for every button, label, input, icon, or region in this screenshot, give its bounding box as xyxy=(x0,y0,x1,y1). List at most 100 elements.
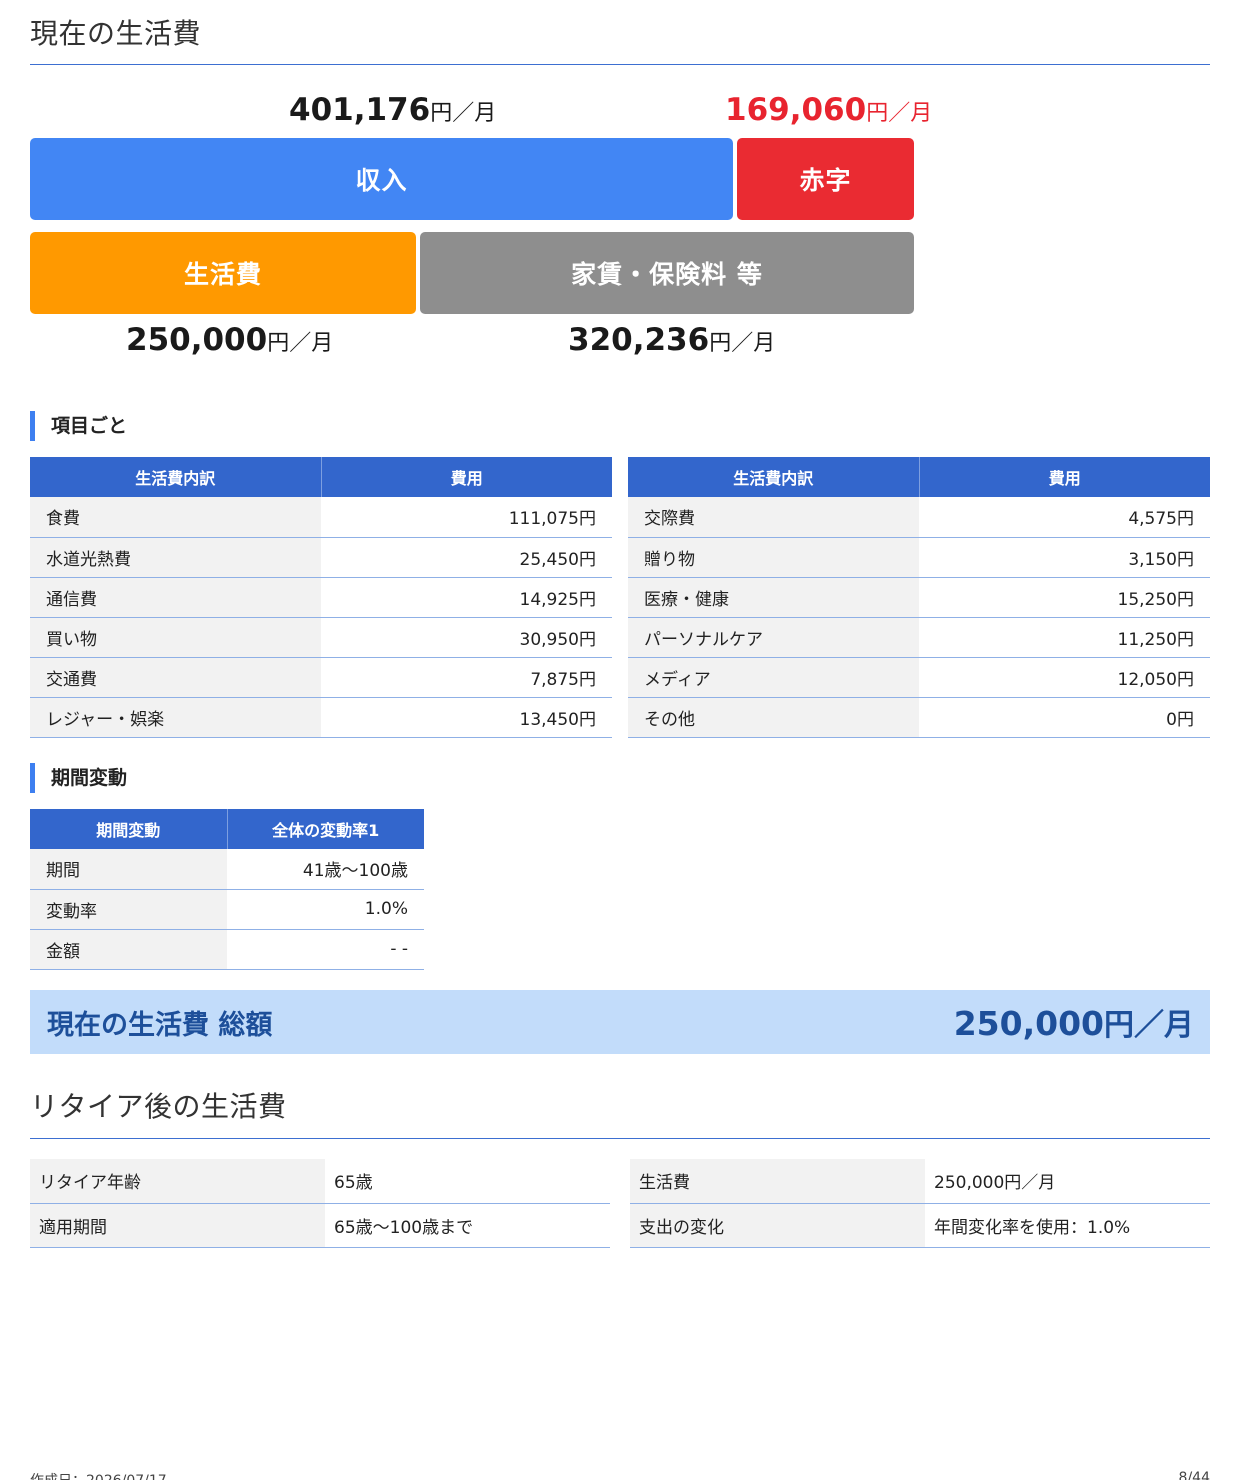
total-label: 現在の生活費 総額 xyxy=(47,1009,273,1041)
row-key: 適用期間 xyxy=(30,1203,325,1248)
living-cost-amount-unit: 円／月 xyxy=(267,331,334,356)
row-value: 年間変化率を使用：1.0% xyxy=(925,1203,1210,1248)
table-row: パーソナルケア 11,250円 xyxy=(628,617,1210,658)
row-cost: 7,875円 xyxy=(321,657,612,698)
row-item: 水道光熱費 xyxy=(30,537,321,578)
row-item: 食費 xyxy=(30,497,321,538)
living-cost-bar-label: 生活費 xyxy=(183,260,262,289)
period-change-table: 期間変動 全体の変動率1 期間 41歳〜100歳 変動率 1.0% 金額 - - xyxy=(30,809,424,970)
row-value: 250,000円／月 xyxy=(925,1159,1210,1204)
living-cost-amount-value: 250,000 xyxy=(126,322,268,358)
row-item: その他 xyxy=(628,697,919,738)
total-value-unit: 円／月 xyxy=(1104,1008,1194,1043)
deficit-bar-label: 赤字 xyxy=(799,166,852,195)
row-cost: 25,450円 xyxy=(321,537,612,578)
row-cost: 4,575円 xyxy=(919,497,1210,538)
table-row: 交通費 7,875円 xyxy=(30,657,612,698)
row-cost: 11,250円 xyxy=(919,617,1210,658)
breakdown-heading: 項目ごと xyxy=(30,411,127,441)
table-row: 適用期間 65歳〜100歳まで xyxy=(30,1203,610,1248)
total-value-number: 250,000 xyxy=(953,1004,1104,1043)
table-row: メディア 12,050円 xyxy=(628,657,1210,698)
section-divider xyxy=(30,1138,1210,1139)
row-cost: 12,050円 xyxy=(919,657,1210,698)
row-item: 医療・健康 xyxy=(628,577,919,618)
row-key: 支出の変化 xyxy=(630,1203,925,1248)
row-cost: 111,075円 xyxy=(321,497,612,538)
row-cost: 30,950円 xyxy=(321,617,612,658)
row-value: 1.0% xyxy=(227,889,424,930)
row-key: リタイア年齢 xyxy=(30,1159,325,1204)
living-cost-bar: 生活費 xyxy=(30,232,416,314)
table-row: リタイア年齢 65歳 xyxy=(30,1159,610,1204)
column-header-period-change: 期間変動 xyxy=(30,809,228,849)
row-item: メディア xyxy=(628,657,919,698)
report-page: 現在の生活費 401,176円／月 169,060円／月 収入 赤字 生活費 家… xyxy=(30,0,1210,1480)
row-item: 贈り物 xyxy=(628,537,919,578)
deficit-bar: 赤字 xyxy=(737,138,914,220)
fixed-cost-amount-value: 320,236 xyxy=(568,322,710,358)
table-row: 医療・健康 15,250円 xyxy=(628,577,1210,618)
deficit-amount-unit: 円／月 xyxy=(866,101,933,126)
row-item: レジャー・娯楽 xyxy=(30,697,321,738)
breakdown-table-left: 生活費内訳 費用 食費 111,075円 水道光熱費 25,450円 通信費 14,9… xyxy=(30,457,612,738)
row-cost: 3,150円 xyxy=(919,537,1210,578)
table-row: 変動率 1.0% xyxy=(30,889,424,930)
column-header-cost: 費用 xyxy=(919,457,1210,497)
income-bar-label: 収入 xyxy=(355,166,408,195)
column-header-item: 生活費内訳 xyxy=(628,457,920,497)
fixed-cost-bar-label: 家賃・保険料 等 xyxy=(571,260,763,289)
row-item: 通信費 xyxy=(30,577,321,618)
table-row: 買い物 30,950円 xyxy=(30,617,612,658)
row-value: - - xyxy=(227,929,424,970)
row-item: 買い物 xyxy=(30,617,321,658)
table-row: 支出の変化 年間変化率を使用：1.0% xyxy=(630,1203,1210,1248)
row-label: 変動率 xyxy=(30,889,227,930)
income-amount: 401,176円／月 xyxy=(289,92,496,128)
row-cost: 0円 xyxy=(919,697,1210,738)
column-header-item: 生活費内訳 xyxy=(30,457,322,497)
table-row: 期間 41歳〜100歳 xyxy=(30,849,424,890)
column-header-cost: 費用 xyxy=(321,457,612,497)
row-value: 65歳 xyxy=(325,1159,610,1204)
living-cost-amount: 250,000円／月 xyxy=(126,322,333,358)
row-label: 金額 xyxy=(30,929,227,970)
row-item: パーソナルケア xyxy=(628,617,919,658)
income-amount-unit: 円／月 xyxy=(430,101,497,126)
column-header-overall-rate: 全体の変動率1 xyxy=(227,809,424,849)
created-date: 作成日：2026/07/17 xyxy=(30,1470,167,1480)
fixed-cost-amount-unit: 円／月 xyxy=(709,331,776,356)
table-row: 通信費 14,925円 xyxy=(30,577,612,618)
table-row: 生活費 250,000円／月 xyxy=(630,1159,1210,1204)
table-row: 水道光熱費 25,450円 xyxy=(30,537,612,578)
row-label: 期間 xyxy=(30,849,227,890)
page-number: 8/44 xyxy=(1178,1470,1210,1480)
row-value: 65歳〜100歳まで xyxy=(325,1203,610,1248)
breakdown-table-right: 生活費内訳 費用 交際費 4,575円 贈り物 3,150円 医療・健康 15,250… xyxy=(628,457,1210,738)
row-item: 交通費 xyxy=(30,657,321,698)
table-row: 贈り物 3,150円 xyxy=(628,537,1210,578)
current-section-title: 現在の生活費 xyxy=(30,17,202,50)
row-key: 生活費 xyxy=(630,1159,925,1204)
row-cost: 14,925円 xyxy=(321,577,612,618)
table-row: レジャー・娯楽 13,450円 xyxy=(30,697,612,738)
fixed-cost-amount: 320,236円／月 xyxy=(568,322,775,358)
retire-table-right: 生活費 250,000円／月 支出の変化 年間変化率を使用：1.0% xyxy=(630,1159,1210,1248)
total-summary: 現在の生活費 総額 250,000円／月 xyxy=(30,990,1210,1054)
period-change-heading: 期間変動 xyxy=(30,763,127,793)
table-row: 食費 111,075円 xyxy=(30,497,612,538)
table-row: その他 0円 xyxy=(628,697,1210,738)
income-amount-value: 401,176 xyxy=(289,92,431,128)
income-bar: 収入 xyxy=(30,138,733,220)
fixed-cost-bar: 家賃・保険料 等 xyxy=(420,232,914,314)
total-value: 250,000円／月 xyxy=(954,1000,1194,1044)
deficit-amount: 169,060円／月 xyxy=(725,92,932,128)
table-row: 交際費 4,575円 xyxy=(628,497,1210,538)
row-cost: 15,250円 xyxy=(919,577,1210,618)
deficit-amount-value: 169,060 xyxy=(725,92,867,128)
row-cost: 13,450円 xyxy=(321,697,612,738)
row-item: 交際費 xyxy=(628,497,919,538)
section-divider xyxy=(30,64,1210,65)
row-value: 41歳〜100歳 xyxy=(227,849,424,890)
table-row: 金額 - - xyxy=(30,929,424,970)
